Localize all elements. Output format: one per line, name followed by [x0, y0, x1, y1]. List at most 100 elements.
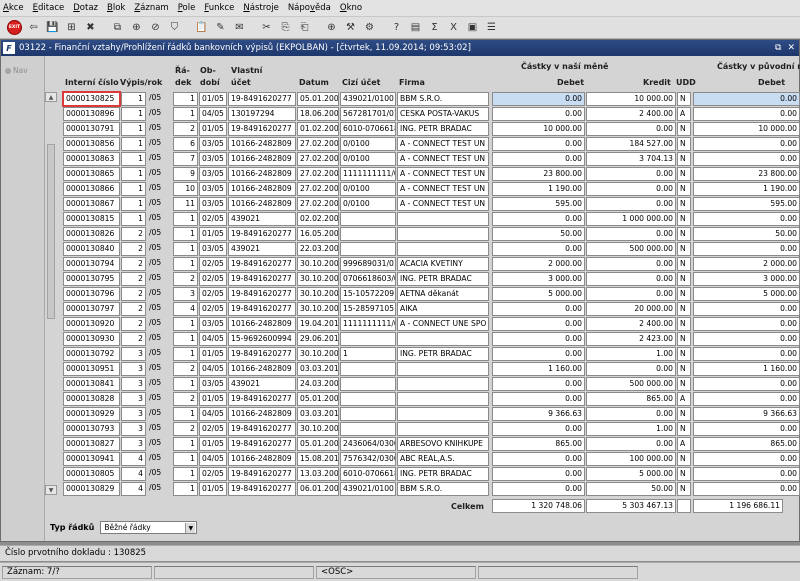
table-row[interactable]: 0000130792 3/05 1 01/05 19-8491620277 30.10.2…: [63, 347, 800, 362]
cell-vypis[interactable]: 2: [121, 302, 146, 316]
cell-kredit[interactable]: 1 000 000.00: [586, 212, 676, 226]
cell-obdobi[interactable]: 03/05: [199, 377, 227, 391]
table-row[interactable]: 0000130829 4/05 1 01/05 19-8491620277 06.01.2…: [63, 482, 800, 497]
cell-interni-cislo[interactable]: 0000130863: [63, 152, 120, 166]
scroll-up-icon[interactable]: ▲: [45, 92, 57, 102]
table-row[interactable]: 0000130793 3/05 2 02/05 19-8491620277 30.10.2…: [63, 422, 800, 437]
cell-cizi-ucet[interactable]: [340, 362, 396, 376]
cell-vypis[interactable]: 2: [121, 317, 146, 331]
cell-debet[interactable]: 1 160.00: [492, 362, 585, 376]
cell-debet[interactable]: 23 800.00: [492, 167, 585, 181]
cell-interni-cislo[interactable]: 0000130841: [63, 377, 120, 391]
cell-obdobi[interactable]: 01/05: [199, 392, 227, 406]
cell-debet[interactable]: 10 000.00: [492, 122, 585, 136]
cell-interni-cislo[interactable]: 0000130930: [63, 332, 120, 346]
cell-obdobi[interactable]: 01/05: [199, 347, 227, 361]
cell-debet[interactable]: 0.00: [492, 317, 585, 331]
cell-kredit[interactable]: 1.00: [586, 347, 676, 361]
cell-vlastni-ucet[interactable]: 19-8491620277: [228, 437, 296, 451]
cell-obdobi[interactable]: 03/05: [199, 182, 227, 196]
cell-udd[interactable]: N: [677, 227, 691, 241]
menu-item-8[interactable]: Nápověda: [288, 3, 331, 13]
cell-vypis[interactable]: 4: [121, 452, 146, 466]
cell-udd[interactable]: N: [677, 92, 691, 106]
cell-kredit[interactable]: 500 000.00: [586, 242, 676, 256]
cell-firma[interactable]: ARBESOVO KNIHKUPE: [397, 437, 489, 451]
cell-cizi-ucet[interactable]: 0/0100: [340, 137, 396, 151]
cell-obdobi[interactable]: 02/05: [199, 272, 227, 286]
cell-udd[interactable]: N: [677, 302, 691, 316]
close-icon[interactable]: ✕: [787, 43, 795, 53]
cell-radek[interactable]: 7: [173, 152, 198, 166]
cell-rok[interactable]: /05: [147, 137, 172, 151]
cell-obdobi[interactable]: 01/05: [199, 437, 227, 451]
cell-obdobi[interactable]: 02/05: [199, 467, 227, 481]
cell-rok[interactable]: /05: [147, 107, 172, 121]
cell-udd[interactable]: A: [677, 437, 691, 451]
cell-rok[interactable]: /05: [147, 152, 172, 166]
cell-debet-original[interactable]: 0.00: [693, 317, 800, 331]
cell-udd[interactable]: N: [677, 407, 691, 421]
image-icon[interactable]: ▣: [464, 19, 481, 36]
cell-interni-cislo[interactable]: 0000130840: [63, 242, 120, 256]
cell-firma[interactable]: [397, 227, 489, 241]
new-record-icon[interactable]: ⊞: [63, 19, 80, 36]
table-row[interactable]: 0000130929 3/05 1 04/05 10166-2482809 03.03.2…: [63, 407, 800, 422]
cell-debet-original[interactable]: 0.00: [693, 302, 800, 316]
cell-rok[interactable]: /05: [147, 212, 172, 226]
cell-vlastni-ucet[interactable]: 15-9692600994: [228, 332, 296, 346]
cell-interni-cislo[interactable]: 0000130941: [63, 452, 120, 466]
cell-cizi-ucet[interactable]: 439021/0100: [340, 482, 396, 496]
cell-vlastni-ucet[interactable]: 19-8491620277: [228, 227, 296, 241]
cell-radek[interactable]: 1: [173, 212, 198, 226]
cell-vlastni-ucet[interactable]: 10166-2482809: [228, 182, 296, 196]
cell-firma[interactable]: [397, 422, 489, 436]
cell-firma[interactable]: ACACIA KVETINY: [397, 257, 489, 271]
mail-icon[interactable]: ✉: [231, 19, 248, 36]
cell-vlastni-ucet[interactable]: 10166-2482809: [228, 452, 296, 466]
cell-debet-original[interactable]: 0.00: [693, 392, 800, 406]
cell-cizi-ucet[interactable]: 0/0100: [340, 197, 396, 211]
cell-kredit[interactable]: 0.00: [586, 287, 676, 301]
cell-debet[interactable]: 0.00: [492, 302, 585, 316]
cell-radek[interactable]: 1: [173, 467, 198, 481]
cell-obdobi[interactable]: 04/05: [199, 332, 227, 346]
table-row[interactable]: 00001308413/05103/0543902124.03.2005 0.00…: [63, 377, 800, 392]
graph-icon[interactable]: ⊕: [323, 19, 340, 36]
cell-cizi-ucet[interactable]: 1111111111/0: [340, 317, 396, 331]
cell-firma[interactable]: A - CONNECT TEST UN: [397, 167, 489, 181]
cell-udd[interactable]: N: [677, 347, 691, 361]
cell-udd[interactable]: N: [677, 272, 691, 286]
cell-firma[interactable]: [397, 407, 489, 421]
cell-cizi-ucet[interactable]: [340, 392, 396, 406]
table-row[interactable]: 0000130920 2/05 1 03/05 10166-2482809 19.04.2…: [63, 317, 800, 332]
cell-debet-original[interactable]: 0.00: [693, 422, 800, 436]
cell-datum[interactable]: 24.03.2005: [297, 377, 339, 391]
table-row[interactable]: 0000130796 2/05 3 02/05 19-8491620277 30.10.2…: [63, 287, 800, 302]
cell-vypis[interactable]: 3: [121, 362, 146, 376]
cell-interni-cislo[interactable]: 0000130896: [63, 107, 120, 121]
table-row[interactable]: 0000130826 2/05 1 01/05 19-8491620277 16.05.2…: [63, 227, 800, 242]
cell-radek[interactable]: 1: [173, 377, 198, 391]
cell-radek[interactable]: 2: [173, 392, 198, 406]
cell-firma[interactable]: A - CONNECT TEST UN: [397, 182, 489, 196]
menu-item-1[interactable]: Editace: [33, 3, 65, 13]
cell-vypis[interactable]: 2: [121, 287, 146, 301]
cell-firma[interactable]: ING. PETR BRADAC: [397, 347, 489, 361]
menu-item-2[interactable]: Dotaz: [73, 3, 98, 13]
cell-datum[interactable]: 01.02.2005: [297, 122, 339, 136]
cell-firma[interactable]: ING. PETR BRADAC: [397, 272, 489, 286]
cell-interni-cislo[interactable]: 0000130792: [63, 347, 120, 361]
cell-debet-original[interactable]: 1 160.00: [693, 362, 800, 376]
doc-icon[interactable]: ▤: [407, 19, 424, 36]
cell-vlastni-ucet[interactable]: 10166-2482809: [228, 197, 296, 211]
cell-vlastni-ucet[interactable]: 19-8491620277: [228, 257, 296, 271]
cell-rok[interactable]: /05: [147, 347, 172, 361]
cell-firma[interactable]: ING. PETR BRADAC: [397, 467, 489, 481]
table-row[interactable]: 0000130791 1/05 2 01/05 19-8491620277 01.02.2…: [63, 122, 800, 137]
cell-vlastni-ucet[interactable]: 19-8491620277: [228, 422, 296, 436]
cell-debet-original[interactable]: 0.00: [693, 242, 800, 256]
table-row[interactable]: 00001308151/05102/0543902102.02.20050.00…: [63, 212, 800, 227]
cell-udd[interactable]: N: [677, 137, 691, 151]
cell-radek[interactable]: 2: [173, 272, 198, 286]
